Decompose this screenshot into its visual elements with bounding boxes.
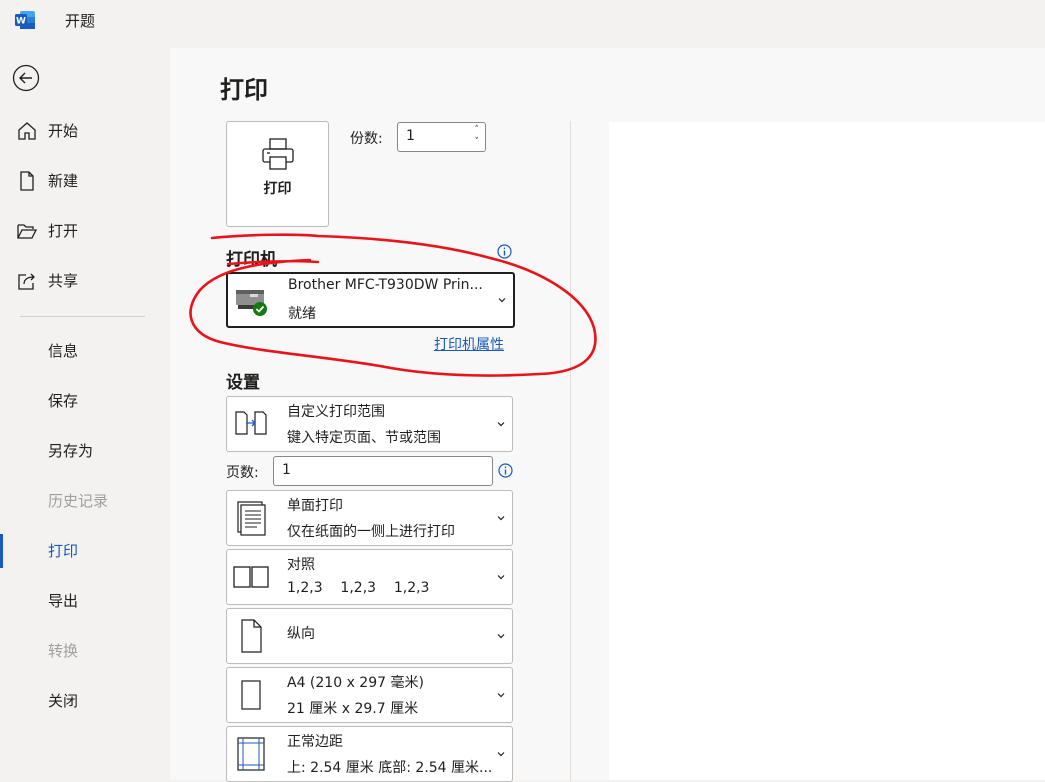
- home-icon: [18, 122, 36, 140]
- printer-dropdown[interactable]: Brother MFC-T930DW Prin... 就绪: [226, 272, 515, 328]
- copies-stepper[interactable]: 1 ˄ ˅: [397, 122, 486, 152]
- printer-name: Brother MFC-T930DW Prin...: [288, 277, 483, 293]
- nav-item-print[interactable]: 打印: [0, 532, 170, 568]
- spin-arrows-icon[interactable]: ˄ ˅: [475, 124, 480, 148]
- nav-item-save-as[interactable]: 另存为: [0, 432, 170, 468]
- collate-title: 对照: [287, 557, 315, 573]
- chevron-down-icon: [497, 752, 505, 757]
- collate-icon: [233, 566, 269, 588]
- nav-item-share[interactable]: 共享: [0, 262, 170, 298]
- page-title: 打印: [220, 76, 268, 104]
- orientation-title: 纵向: [287, 626, 315, 642]
- nav-item-label: 历史记录: [48, 492, 109, 510]
- chevron-down-icon: [497, 422, 505, 427]
- nav-item-info[interactable]: 信息: [0, 332, 170, 368]
- pages-input[interactable]: 1: [273, 456, 493, 486]
- svg-text:W: W: [16, 17, 26, 27]
- panel-divider: [570, 121, 571, 781]
- nav-item-label: 导出: [48, 592, 79, 610]
- nav-item-home[interactable]: 开始: [0, 112, 170, 148]
- print-range-desc: 键入特定页面、节或范围: [287, 430, 441, 446]
- nav-item-label: 打开: [48, 222, 79, 240]
- margins-title: 正常边距: [287, 734, 343, 750]
- printer-status: 就绪: [288, 306, 316, 322]
- print-sides-desc: 仅在纸面的一侧上进行打印: [287, 524, 455, 540]
- chevron-down-icon: [497, 634, 505, 639]
- nav-item-label: 新建: [48, 172, 79, 190]
- paper-size-title: A4 (210 x 297 毫米): [287, 675, 424, 691]
- portrait-page-icon: [241, 619, 262, 653]
- print-range-dropdown[interactable]: 自定义打印范围 键入特定页面、节或范围: [226, 396, 513, 452]
- copies-value: 1: [406, 128, 415, 144]
- print-preview: [609, 122, 1045, 780]
- share-icon: [18, 273, 35, 290]
- chevron-down-icon: [497, 516, 505, 521]
- collate-dropdown[interactable]: 对照 1,2,3 1,2,3 1,2,3: [226, 549, 513, 605]
- margins-desc: 上: 2.54 厘米 底部: 2.54 厘米...: [287, 760, 493, 776]
- printer-properties-link[interactable]: 打印机属性: [434, 334, 504, 354]
- printer-icon: [262, 138, 294, 170]
- print-button-label: 打印: [263, 181, 292, 197]
- margins-dropdown[interactable]: 正常边距 上: 2.54 厘米 底部: 2.54 厘米...: [226, 726, 513, 782]
- print-sides-title: 单面打印: [287, 498, 343, 514]
- paper-size-icon: [241, 680, 261, 710]
- folder-open-icon: [17, 224, 38, 239]
- copies-label: 份数:: [350, 131, 383, 147]
- page-range-icon: [235, 411, 267, 435]
- chevron-down-icon: [497, 575, 505, 580]
- back-arrow-icon[interactable]: [12, 64, 40, 92]
- nav-item-label: 保存: [48, 392, 79, 410]
- paper-size-dropdown[interactable]: A4 (210 x 297 毫米) 21 厘米 x 29.7 厘米: [226, 667, 513, 723]
- nav-item-label: 转换: [48, 642, 79, 660]
- printer-section-heading: 打印机: [226, 250, 277, 270]
- new-document-icon: [20, 171, 34, 191]
- print-panel: 打印 打印 份数: 1 ˄ ˅ 打印机 Brother MFC-T930DW Pr…: [170, 48, 1045, 782]
- nav-item-label: 关闭: [48, 692, 79, 710]
- one-sided-page-icon: [237, 501, 266, 536]
- nav-item-history: 历史记录: [0, 482, 170, 518]
- nav-item-save[interactable]: 保存: [0, 382, 170, 418]
- nav-item-label: 信息: [48, 342, 79, 360]
- nav-divider: [20, 316, 145, 317]
- nav-item-export[interactable]: 导出: [0, 582, 170, 618]
- printer-ready-icon: [236, 290, 267, 316]
- paper-size-desc: 21 厘米 x 29.7 厘米: [287, 701, 419, 717]
- nav-item-transform: 转换: [0, 632, 170, 668]
- nav-item-label: 共享: [48, 272, 79, 290]
- nav-item-label: 开始: [48, 122, 79, 140]
- pages-value: 1: [282, 462, 291, 478]
- info-icon[interactable]: [497, 244, 512, 259]
- document-title: 开题: [65, 12, 96, 30]
- nav-item-new[interactable]: 新建: [0, 162, 170, 198]
- backstage-nav: 开始 新建 打开 共享 信息 保存 另存为 历史记录 打印 导出 转换 关闭: [0, 40, 170, 780]
- pages-label: 页数:: [226, 465, 259, 481]
- nav-item-label: 打印: [48, 542, 79, 560]
- print-range-title: 自定义打印范围: [287, 404, 385, 420]
- print-sides-dropdown[interactable]: 单面打印 仅在纸面的一侧上进行打印: [226, 490, 513, 546]
- print-button[interactable]: 打印: [226, 121, 329, 227]
- margins-icon: [237, 737, 265, 771]
- nav-item-open[interactable]: 打开: [0, 212, 170, 248]
- orientation-dropdown[interactable]: 纵向: [226, 608, 513, 664]
- nav-item-close[interactable]: 关闭: [0, 682, 170, 718]
- chevron-down-icon: [497, 693, 505, 698]
- nav-item-label: 另存为: [48, 442, 94, 460]
- chevron-down-icon: [498, 298, 506, 303]
- title-bar: W 开题: [0, 0, 1045, 40]
- settings-section-heading: 设置: [226, 373, 260, 393]
- word-logo-icon: W: [15, 11, 35, 29]
- info-icon[interactable]: [498, 463, 513, 478]
- collate-desc: 1,2,3 1,2,3 1,2,3: [287, 580, 430, 596]
